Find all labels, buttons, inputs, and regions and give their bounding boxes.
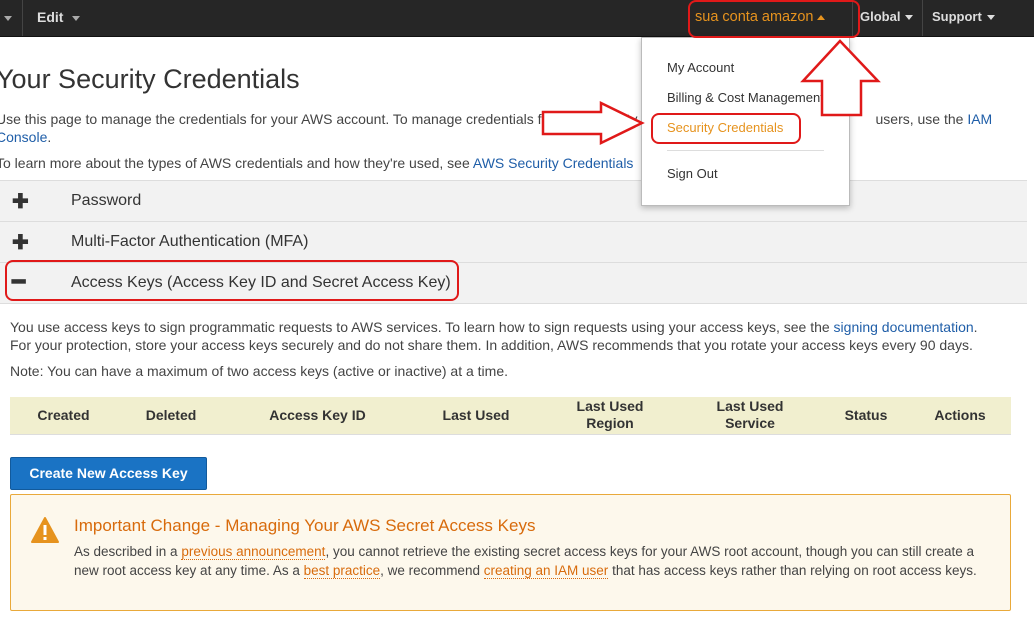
annotation-highlight-access-keys xyxy=(5,260,459,301)
alert-text-1: As described in a xyxy=(74,544,178,559)
alert-text-4: that has access keys rather than relying… xyxy=(612,562,977,578)
menu-divider xyxy=(667,150,824,151)
annotation-arrow-right-icon xyxy=(541,101,645,145)
access-keys-description: You use access keys to sign programmatic… xyxy=(10,318,1020,354)
column-last-used-service-line1: Last Used xyxy=(716,398,784,414)
column-last-used-service[interactable]: Last Used Service xyxy=(700,398,800,432)
menu-item-sign-out[interactable]: Sign Out xyxy=(667,166,718,181)
nav-divider xyxy=(22,0,23,36)
column-created[interactable]: Created xyxy=(26,407,101,424)
annotation-arrow-up-icon xyxy=(800,39,881,117)
best-practice-link[interactable]: best practice xyxy=(303,562,381,579)
annotation-highlight-security-credentials xyxy=(651,113,801,144)
section-password[interactable]: ✚ Password xyxy=(0,180,1027,221)
creating-iam-user-link[interactable]: creating an IAM user xyxy=(483,562,609,579)
access-keys-protection-text: For your protection, store your access k… xyxy=(10,337,973,353)
column-last-used-region-line1: Last Used xyxy=(576,398,644,414)
nav-divider xyxy=(922,0,923,36)
top-nav-bar: Edit sua conta amazon Global Support xyxy=(0,0,1034,37)
chevron-down-icon xyxy=(72,15,81,21)
chevron-down-icon xyxy=(4,15,12,21)
warning-triangle-icon xyxy=(31,517,59,543)
section-mfa-label: Multi-Factor Authentication (MFA) xyxy=(71,233,309,250)
plus-icon: ✚ xyxy=(12,232,29,254)
column-access-key-id[interactable]: Access Key ID xyxy=(250,407,385,424)
intro-period: . xyxy=(47,129,52,145)
column-actions[interactable]: Actions xyxy=(920,407,1000,424)
access-keys-table-header: Created Deleted Access Key ID Last Used … xyxy=(10,397,1011,435)
edit-menu-label: Edit xyxy=(37,9,64,25)
column-last-used-service-line2: Service xyxy=(725,415,775,431)
support-menu-label: Support xyxy=(932,9,982,24)
page-title: Your Security Credentials xyxy=(0,64,300,94)
intro-paragraph-2: To learn more about the types of AWS cre… xyxy=(0,154,633,172)
previous-announcement-link[interactable]: previous announcement xyxy=(181,544,326,560)
column-last-used-region[interactable]: Last Used Region xyxy=(560,398,660,432)
access-keys-desc-text: You use access keys to sign programmatic… xyxy=(10,319,830,335)
intro-text-2: users, use the xyxy=(875,111,964,127)
desc-period: . xyxy=(973,319,978,335)
signing-documentation-link[interactable]: signing documentation xyxy=(834,319,974,335)
alert-body: As described in a previous announcement,… xyxy=(74,543,994,580)
section-password-label: Password xyxy=(71,192,142,209)
column-deleted[interactable]: Deleted xyxy=(130,407,212,424)
alert-text-3: , we recommend xyxy=(380,562,480,578)
region-menu-label: Global xyxy=(860,9,901,24)
services-menu-toggle[interactable] xyxy=(4,0,12,36)
section-mfa[interactable]: ✚ Multi-Factor Authentication (MFA) xyxy=(0,221,1027,262)
support-menu[interactable]: Support xyxy=(932,0,995,36)
aws-security-credentials-link[interactable]: AWS Security Credentials xyxy=(473,155,634,171)
edit-menu[interactable]: Edit xyxy=(37,0,81,36)
iam-console-link-1[interactable]: IAM xyxy=(967,111,992,127)
important-change-alert: Important Change - Managing Your AWS Sec… xyxy=(10,494,1011,611)
alert-title: Important Change - Managing Your AWS Sec… xyxy=(74,516,536,535)
plus-icon: ✚ xyxy=(12,191,29,213)
iam-console-link-2[interactable]: Console xyxy=(0,129,47,145)
column-last-used-region-line2: Region xyxy=(586,415,634,431)
annotation-highlight-account-menu xyxy=(688,0,860,38)
column-last-used[interactable]: Last Used xyxy=(426,407,526,424)
chevron-down-icon xyxy=(986,15,995,21)
intro2-text: To learn more about the types of AWS cre… xyxy=(0,155,470,171)
chevron-down-icon xyxy=(905,15,914,21)
access-keys-note: Note: You can have a maximum of two acce… xyxy=(10,363,508,379)
region-menu[interactable]: Global xyxy=(860,0,914,36)
column-status[interactable]: Status xyxy=(826,407,906,424)
create-new-access-key-button[interactable]: Create New Access Key xyxy=(10,457,207,490)
menu-item-my-account[interactable]: My Account xyxy=(667,60,734,75)
